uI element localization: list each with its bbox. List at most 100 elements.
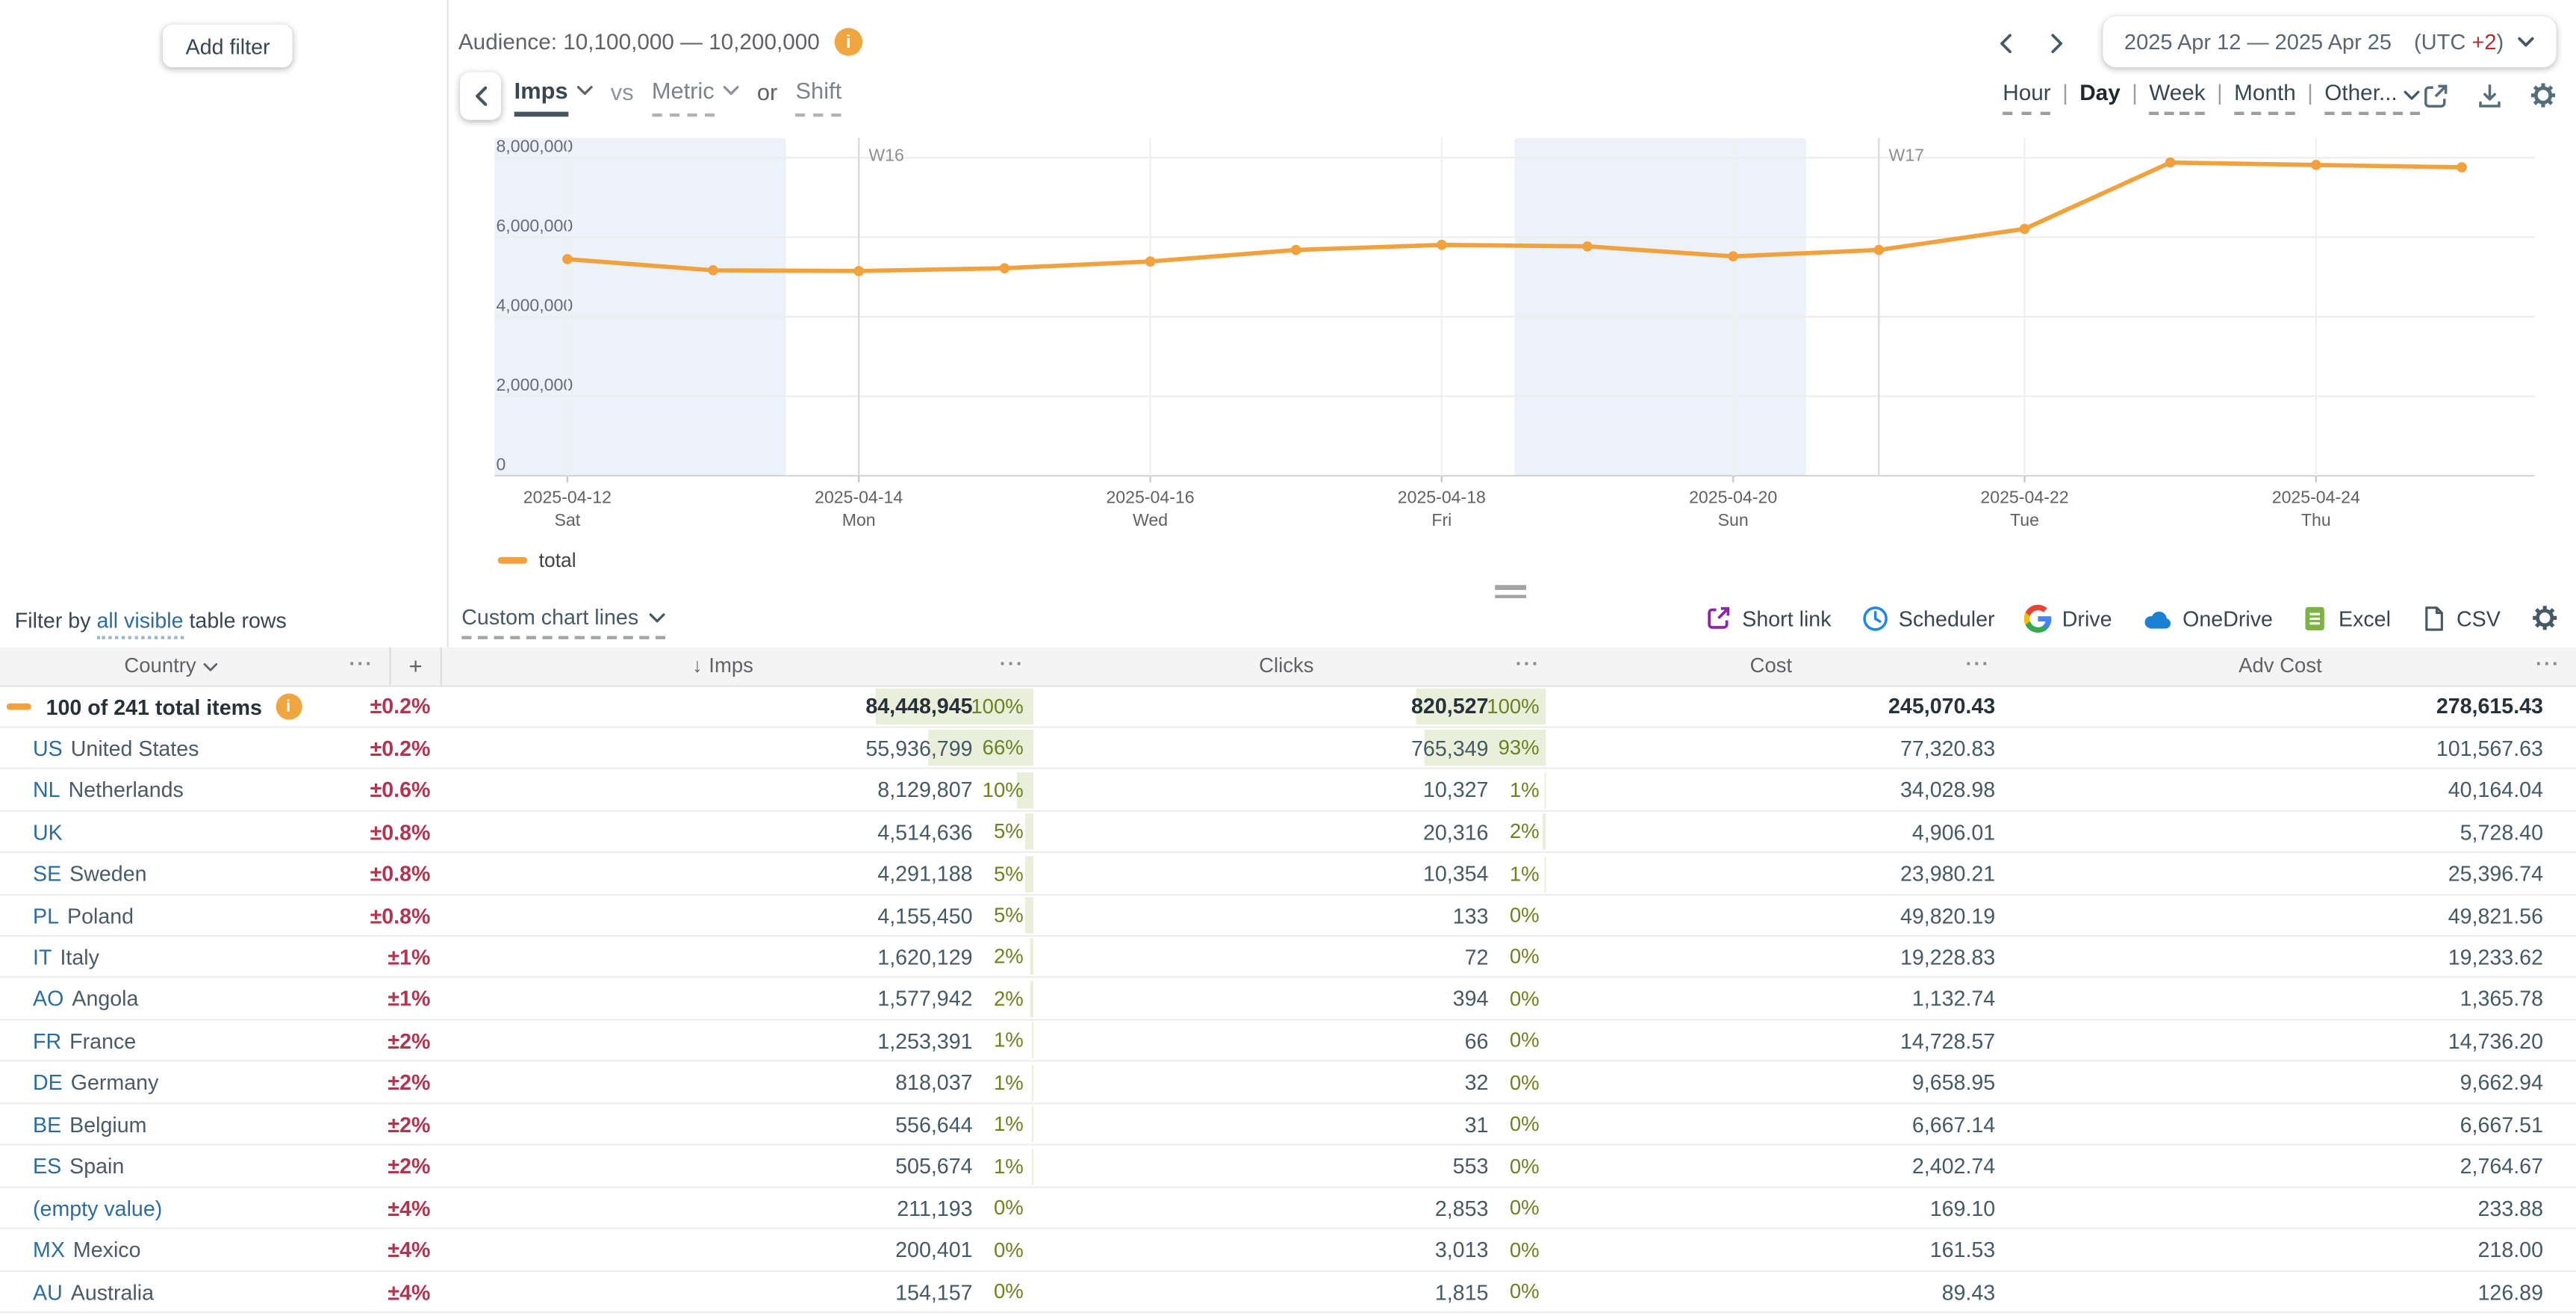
country-cell[interactable]: AOAngola (33, 987, 138, 1011)
data-point[interactable] (2165, 158, 2176, 168)
add-filter-button[interactable]: Add filter (163, 25, 293, 67)
table-row[interactable]: DEGermany±2%818,0371%320%9,658.959,662.9… (0, 1062, 2576, 1104)
table-row[interactable]: AOAngola±1%1,577,9422%3940%1,132.741,365… (0, 978, 2576, 1020)
table-row[interactable]: PLPoland±0.8%4,155,4505%1330%49,820.1949… (0, 895, 2576, 937)
resize-handle[interactable] (1495, 585, 1526, 603)
table-row[interactable]: ESSpain±2%505,6741%5530%2,402.742,764.67 (0, 1146, 2576, 1188)
table-row[interactable]: (empty value)±4%211,1930%2,8530%169.1023… (0, 1188, 2576, 1229)
granularity-option-day[interactable]: Day (2079, 81, 2120, 105)
country-cell[interactable]: MXMexico (33, 1238, 141, 1262)
data-point[interactable] (708, 265, 718, 276)
table-row[interactable]: BEBelgium±2%556,6441%310%6,667.146,667.5… (0, 1104, 2576, 1146)
data-point[interactable] (853, 266, 864, 276)
country-code-link[interactable]: DE (33, 1070, 63, 1095)
custom-chart-lines-dropdown[interactable]: Custom chart lines (461, 605, 665, 639)
data-point[interactable] (1145, 256, 1156, 267)
export-scheduler-button[interactable]: Scheduler (1861, 604, 1994, 632)
country-cell[interactable]: ITItaly (33, 945, 99, 969)
data-point[interactable] (562, 254, 573, 264)
audience-info-icon[interactable]: i (835, 28, 862, 55)
table-row[interactable]: UK±0.8%4,514,6365%20,3162%4,906.015,728.… (0, 811, 2576, 853)
table-total-row[interactable]: 100 of 241 total itemsi±0.2%84,448,94510… (0, 686, 2576, 727)
primary-metric-label: Imps (514, 77, 568, 117)
granularity-option-week[interactable]: Week (2149, 81, 2205, 115)
country-cell[interactable]: AUAustralia (33, 1279, 154, 1304)
country-code-link[interactable]: IT (33, 945, 52, 969)
country-cell[interactable]: NLNetherlands (33, 778, 184, 802)
table-row[interactable]: ITItaly±1%1,620,1292%720%19,228.8319,233… (0, 937, 2576, 978)
add-column-button[interactable]: + (389, 648, 441, 686)
country-cell[interactable]: DEGermany (33, 1070, 158, 1095)
country-code-link[interactable]: UK (33, 819, 63, 844)
data-point[interactable] (1000, 263, 1010, 273)
download-icon[interactable] (2472, 79, 2505, 112)
export-onedrive-button[interactable]: OneDrive (2141, 606, 2273, 630)
adv-cost-column-menu-icon[interactable]: ··· (2536, 648, 2560, 686)
table-row[interactable]: FRFrance±2%1,253,3911%660%14,728.5714,73… (0, 1020, 2576, 1062)
compare-metric-dropdown[interactable]: Metric (652, 77, 739, 117)
column-header-country[interactable]: Country (124, 648, 217, 686)
country-cell[interactable]: ESSpain (33, 1154, 124, 1179)
legend-item-total[interactable]: total (498, 549, 576, 572)
compare-metric-label: Metric (652, 77, 715, 117)
data-point[interactable] (2457, 162, 2467, 173)
country-code-link[interactable]: AO (33, 987, 63, 1011)
table-row[interactable]: USUnited States±0.2%55,936,79966%765,349… (0, 727, 2576, 769)
country-cell[interactable]: UK (33, 819, 63, 844)
data-point[interactable] (1874, 245, 1885, 255)
primary-metric-dropdown[interactable]: Imps (514, 77, 593, 117)
export-toolbar: Short link Scheduler Drive OneDrive Excel CSV (1706, 603, 2560, 633)
country-code-link[interactable]: PL (33, 903, 59, 928)
country-cell[interactable]: (empty value) (33, 1196, 162, 1220)
column-header-clicks[interactable]: Clicks (1259, 648, 1313, 686)
export-drive-button[interactable]: Drive (2024, 604, 2112, 632)
granularity-option-hour[interactable]: Hour (2003, 81, 2050, 115)
data-point[interactable] (1728, 251, 1738, 261)
total-info-icon[interactable]: i (276, 694, 302, 720)
date-next-button[interactable] (2039, 25, 2075, 60)
data-point[interactable] (2311, 160, 2321, 170)
collapse-chart-button[interactable] (460, 72, 501, 120)
column-header-cost[interactable]: Cost (1750, 648, 1793, 686)
table-row[interactable]: AUAustralia±4%154,1570%1,8150%89.43126.8… (0, 1271, 2576, 1313)
cost-column-menu-icon[interactable]: ··· (1966, 648, 1991, 686)
column-header-adv-cost[interactable]: Adv Cost (2239, 648, 2322, 686)
country-code-link[interactable]: AU (33, 1279, 63, 1304)
clicks-column-menu-icon[interactable]: ··· (1516, 648, 1540, 686)
open-in-new-icon[interactable] (2418, 79, 2451, 112)
export-short-link-button[interactable]: Short link (1706, 605, 1832, 631)
filter-scope-link[interactable]: all visible (96, 608, 183, 639)
table-row[interactable]: SESweden±0.8%4,291,1885%10,3541%23,980.2… (0, 853, 2576, 895)
table-row[interactable]: NLNetherlands±0.6%8,129,80710%10,3271%34… (0, 769, 2576, 811)
export-csv-button[interactable]: CSV (2421, 604, 2501, 632)
country-code-link[interactable]: FR (33, 1028, 61, 1053)
gear-icon[interactable] (2527, 79, 2560, 112)
country-code-link[interactable]: SE (33, 861, 61, 886)
country-code-link[interactable]: US (33, 736, 63, 760)
data-point[interactable] (2020, 224, 2030, 235)
granularity-option-month[interactable]: Month (2234, 81, 2296, 115)
data-point[interactable] (1582, 241, 1593, 252)
shift-option[interactable]: Shift (796, 77, 842, 117)
country-code-link[interactable]: BE (33, 1112, 61, 1137)
country-cell[interactable]: SESweden (33, 861, 147, 886)
date-range-picker[interactable]: 2025 Apr 12 — 2025 Apr 25 (UTC +2) (2103, 16, 2556, 67)
country-code-link[interactable]: MX (33, 1238, 65, 1262)
granularity-option-other[interactable]: Other... (2324, 81, 2420, 115)
country-column-menu-icon[interactable]: ··· (349, 648, 374, 686)
table-settings-button[interactable] (2530, 603, 2560, 633)
country-cell[interactable]: BEBelgium (33, 1112, 147, 1137)
data-point[interactable] (1291, 245, 1301, 255)
export-excel-button[interactable]: Excel (2303, 604, 2391, 632)
country-code-link[interactable]: ES (33, 1154, 61, 1179)
country-cell[interactable]: USUnited States (33, 736, 199, 760)
table-row[interactable]: MXMexico±4%200,4010%3,0130%161.53218.00 (0, 1229, 2576, 1271)
date-prev-button[interactable] (1988, 25, 2023, 60)
country-cell[interactable]: PLPoland (33, 903, 134, 928)
country-code-link[interactable]: NL (33, 778, 60, 802)
country-cell[interactable]: FRFrance (33, 1028, 136, 1053)
data-point[interactable] (1437, 240, 1447, 250)
imps-pct-value: 10% (958, 778, 1024, 801)
column-header-imps[interactable]: ↓ Imps (692, 648, 753, 686)
imps-column-menu-icon[interactable]: ··· (1000, 648, 1024, 686)
